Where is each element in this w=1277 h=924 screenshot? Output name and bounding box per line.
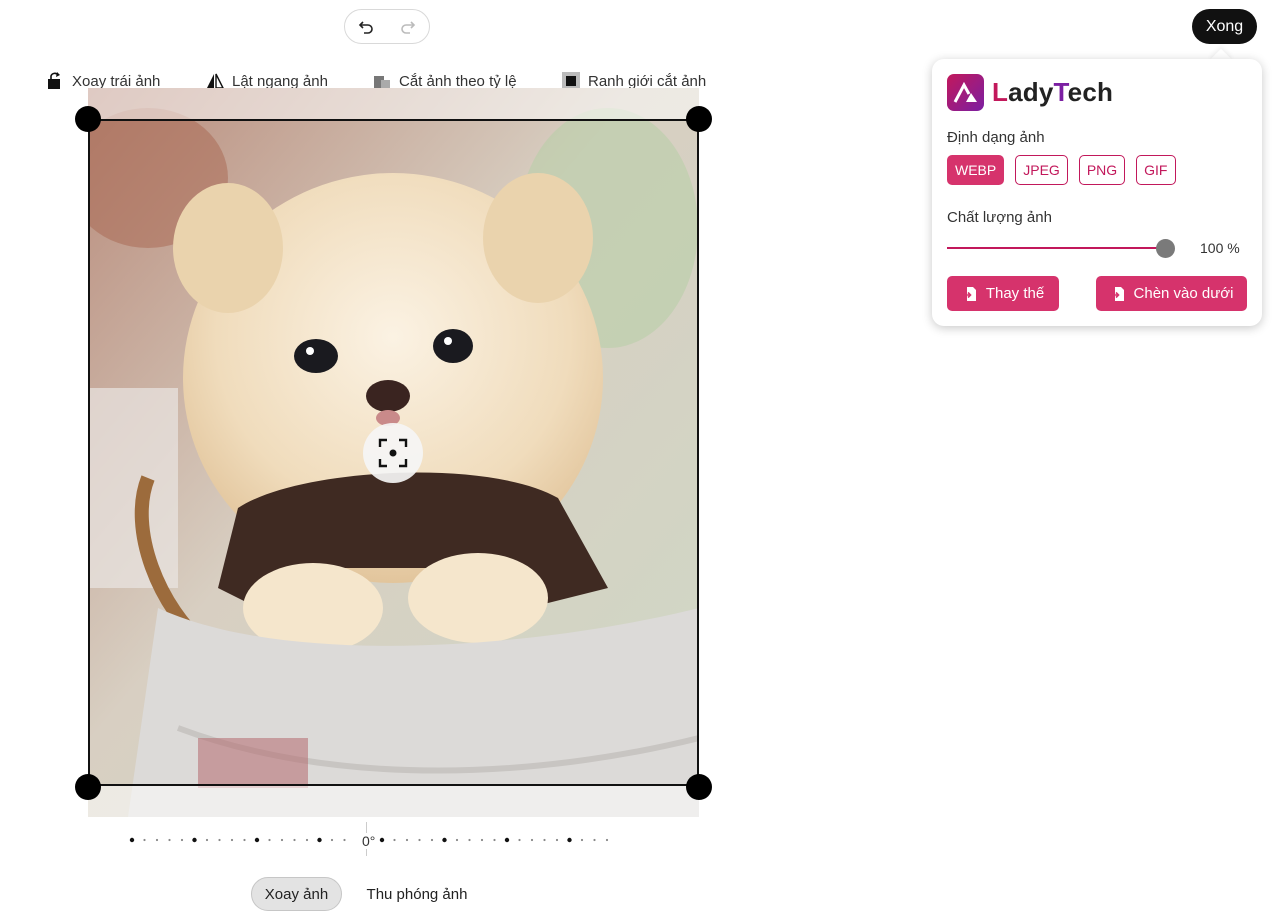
ruler-tick [168,838,171,842]
focus-button[interactable] [363,423,423,483]
format-label: Định dạng ảnh [947,129,1045,146]
ruler-tick [605,838,609,842]
ruler-tick [330,838,334,842]
ruler-tick [243,838,246,842]
brand-part-ech: ech [1067,77,1114,107]
ruler-tick [218,838,221,842]
undo-icon [358,20,373,34]
brand-part-ady: ady [1008,77,1054,107]
crop-handle-top-right[interactable] [686,106,712,132]
format-webp[interactable]: WEBP [947,155,1005,185]
ruler-tick [405,838,409,842]
quality-label: Chất lượng ảnh [947,209,1052,226]
quality-slider-track [947,247,1173,249]
ruler-tick [129,837,135,843]
brand-letter-l: L [992,77,1009,107]
brand-logo-icon [947,74,984,111]
export-panel: LadyTech Định dạng ảnh WEBP JPEG PNG GIF… [932,59,1262,326]
crop-handle-bottom-right[interactable] [686,774,712,800]
insert-below-button[interactable]: Chèn vào dưới [1096,276,1247,311]
brand: LadyTech [947,74,1113,111]
ruler-tick [155,838,159,842]
format-png[interactable]: PNG [1078,155,1126,185]
ruler-tick [418,838,421,842]
tab-zoom[interactable]: Thu phóng ảnh [356,877,478,911]
crop-handle-top-left[interactable] [75,106,101,132]
ruler-tick [379,837,385,843]
quality-slider-thumb[interactable] [1156,239,1175,258]
crop-handle-bottom-left[interactable] [75,774,101,800]
undo-button[interactable] [351,12,381,42]
ruler-tick [343,838,346,842]
redo-icon [401,20,416,34]
format-jpeg[interactable]: JPEG [1015,155,1068,185]
rotate-left-icon [46,72,64,90]
ruler-tick [254,837,260,843]
ruler-tick [205,838,209,842]
crop-ratio-label: Cắt ảnh theo tỷ lệ [399,72,517,90]
brand-name: LadyTech [992,77,1113,108]
ruler-tick [268,838,271,842]
ruler-tick [530,838,534,842]
ruler-tick [230,838,234,842]
rotation-ruler[interactable]: 0° [120,822,610,858]
flip-horizontal-label: Lật ngang ảnh [232,72,328,90]
ruler-tick [317,837,322,843]
rotate-left-label: Xoay trái ảnh [72,72,161,90]
ruler-tick [504,837,510,843]
redo-button[interactable] [393,12,423,42]
tab-rotate[interactable]: Xoay ảnh [251,877,342,911]
crop-boundary-label: Ranh giới cắt ảnh [588,72,707,90]
ruler-tick [468,838,471,842]
rotation-angle: 0° [360,833,378,849]
format-options: WEBP JPEG PNG GIF [947,155,1176,185]
ruler-tick [555,838,559,842]
history-controls [344,9,430,44]
ruler-tick [280,838,284,842]
done-button[interactable]: Xong [1192,9,1257,44]
ruler-tick [493,838,496,842]
ruler-tick [192,837,197,843]
ruler-tick [180,838,184,842]
ruler-tick [593,838,596,842]
outside-crop-bottom [88,786,699,817]
ruler-tick [518,838,521,842]
outside-crop-top [88,88,699,120]
replace-label: Thay thế [985,285,1045,302]
ruler-tick [430,838,434,842]
ruler-tick [393,838,396,842]
ruler-tick [442,837,447,843]
format-gif[interactable]: GIF [1136,155,1176,185]
ruler-tick [455,838,459,842]
ruler-tick [305,838,309,842]
replace-button[interactable]: Thay thế [947,276,1059,311]
ruler-tick [580,838,584,842]
insert-below-label: Chèn vào dưới [1133,285,1234,302]
ruler-tick [567,837,572,843]
ruler-tick [293,838,296,842]
file-import-icon [1110,286,1124,301]
brand-letter-t: T [1053,77,1068,107]
focus-target-icon [378,438,408,468]
quality-value: 100 % [1200,240,1240,256]
ruler-tick [143,838,146,842]
ruler-tick [480,838,484,842]
file-import-icon [962,286,976,301]
quality-slider[interactable] [947,239,1177,259]
ruler-tick [543,838,546,842]
